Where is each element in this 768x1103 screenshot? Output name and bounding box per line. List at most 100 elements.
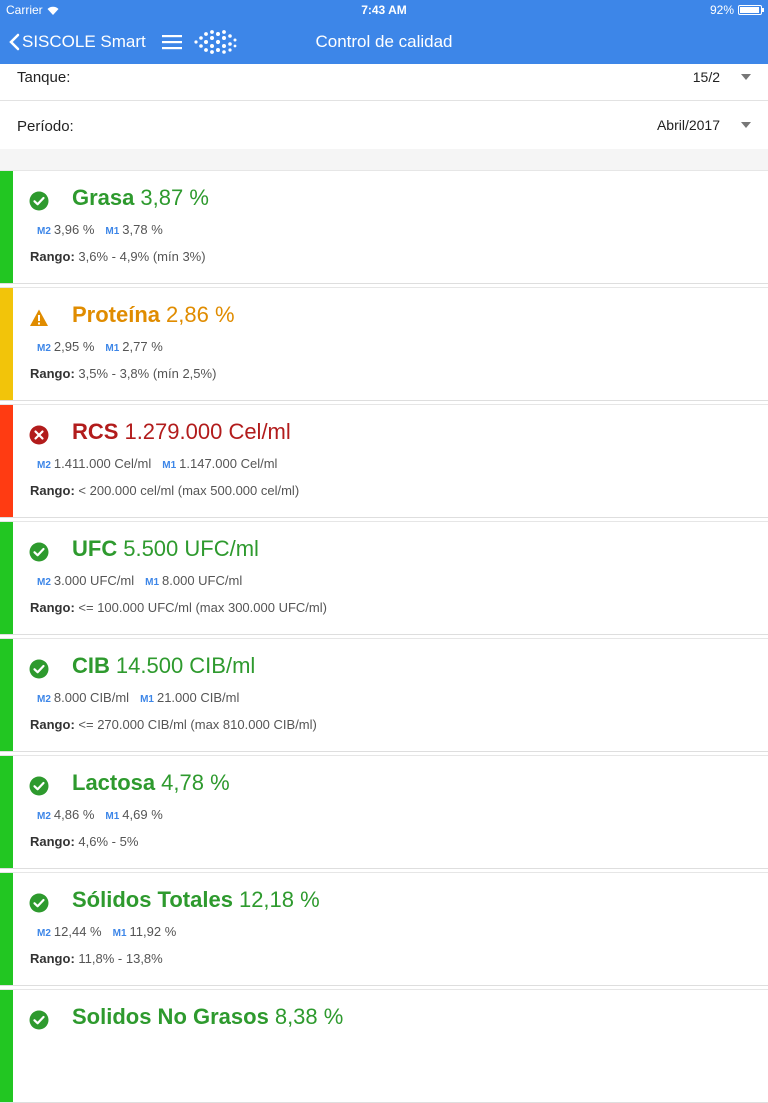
m2-tag: M2 (37, 226, 51, 237)
range-label: Rango: (30, 951, 75, 966)
m2-value: 8.000 CIB/ml (53, 690, 130, 705)
metric-card[interactable]: Sólidos Totales 12,18 % M2 12,44 % M1 11,92 %… (0, 872, 768, 986)
m1-value: 21.000 CIB/ml (156, 690, 240, 705)
monthly-values: M2 8.000 CIB/ml M1 21.000 CIB/ml (37, 690, 250, 705)
m1-tag: M1 (105, 811, 120, 822)
metric-card[interactable]: Lactosa 4,78 % M2 4,86 % M1 4,69 % Rango: 4,6%… (0, 755, 768, 869)
battery-indicator: 92% (710, 3, 764, 17)
m1-value: 3,78 % (122, 222, 163, 237)
m1-tag: M1 (105, 226, 120, 237)
range-value: <= 100.000 UFC/ml (max 300.000 UFC/ml) (78, 600, 327, 615)
m2-value: 2,95 % (53, 339, 95, 354)
metric-value: 14.500 CIB/ml (115, 653, 256, 678)
range-value: 11,8% - 13,8% (78, 951, 163, 966)
m2-tag: M2 (37, 811, 51, 822)
range-label: Rango: (30, 834, 75, 849)
m1-value: 11,92 % (129, 924, 177, 939)
metric-title: CIB 14.500 CIB/ml (72, 653, 255, 679)
range-value: 4,6% - 5% (78, 834, 139, 849)
metric-card[interactable]: UFC 5.500 UFC/ml M2 3.000 UFC/ml M1 8.000 UFC… (0, 521, 768, 635)
range-value: 3,6% - 4,9% (mín 3%) (78, 249, 206, 264)
metric-title: RCS 1.279.000 Cel/ml (72, 419, 291, 445)
clock: 7:43 AM (361, 3, 407, 17)
metric-range: Rango: <= 270.000 CIB/ml (max 810.000 CI… (30, 717, 317, 732)
m2-value: 3,96 % (53, 222, 95, 237)
status-bar-indicator (0, 990, 13, 1102)
chevron-down-icon (741, 74, 751, 80)
check-circle-icon (29, 191, 49, 211)
status-bar-indicator (0, 756, 13, 868)
metric-value: 12,18 % (238, 887, 320, 912)
range-label: Rango: (30, 366, 75, 381)
metric-title: Solidos No Grasos 8,38 % (72, 1004, 343, 1030)
m2-tag: M2 (37, 460, 51, 471)
metric-value: 5.500 UFC/ml (123, 536, 259, 561)
m2-tag: M2 (37, 694, 51, 705)
metric-range: Rango: 3,5% - 3,8% (mín 2,5%) (30, 366, 216, 381)
metric-value: 8,38 % (274, 1004, 344, 1029)
chevron-down-icon (741, 122, 751, 128)
monthly-values: M2 2,95 % M1 2,77 % (37, 339, 174, 354)
range-label: Rango: (30, 249, 75, 264)
metric-title: Proteína 2,86 % (72, 302, 235, 328)
m1-tag: M1 (112, 928, 127, 939)
monthly-values: M2 4,86 % M1 4,69 % (37, 807, 174, 822)
metric-range: Rango: 3,6% - 4,9% (mín 3%) (30, 249, 206, 264)
m2-tag: M2 (37, 343, 51, 354)
metric-value: 4,78 % (161, 770, 230, 795)
metric-name: Proteína (72, 302, 161, 327)
status-bar-indicator (0, 405, 13, 517)
monthly-values: M2 1.411.000 Cel/ml M1 1.147.000 Cel/ml (37, 456, 288, 471)
m2-tag: M2 (37, 928, 51, 939)
metric-name: Sólidos Totales (72, 887, 233, 912)
battery-icon (738, 5, 764, 15)
period-selector[interactable]: Período: Abril/2017 (0, 101, 768, 150)
monthly-values: M2 12,44 % M1 11,92 % (37, 924, 187, 939)
metric-card[interactable]: CIB 14.500 CIB/ml M2 8.000 CIB/ml M1 21.000 C… (0, 638, 768, 752)
status-bar-indicator (0, 288, 13, 400)
m1-tag: M1 (105, 343, 120, 354)
check-circle-icon (29, 893, 49, 913)
tank-selector[interactable]: Tanque: 15/2 (0, 64, 768, 101)
error-circle-icon (29, 425, 49, 445)
top-bar: Carrier 7:43 AM 92% SISCOLE Smart Contro… (0, 0, 768, 64)
metric-card[interactable]: Proteína 2,86 % M2 2,95 % M1 2,77 % Rango: 3,5… (0, 287, 768, 401)
metric-card[interactable]: Grasa 3,87 % M2 3,96 % M1 3,78 % Rango: 3,6% -… (0, 170, 768, 284)
m2-value: 3.000 UFC/ml (53, 573, 135, 588)
metric-card[interactable]: Solidos No Grasos 8,38 % (0, 989, 768, 1103)
metric-title: Lactosa 4,78 % (72, 770, 230, 796)
metric-card[interactable]: RCS 1.279.000 Cel/ml M2 1.411.000 Cel/ml M1 1… (0, 404, 768, 518)
check-circle-icon (29, 1010, 49, 1030)
metric-name: CIB (72, 653, 110, 678)
m1-value: 4,69 % (122, 807, 163, 822)
metric-range: Rango: <= 100.000 UFC/ml (max 300.000 UF… (30, 600, 327, 615)
status-bar-indicator (0, 873, 13, 985)
metric-name: Grasa (72, 185, 135, 210)
metric-name: Lactosa (72, 770, 156, 795)
metric-value: 2,86 % (166, 302, 235, 327)
metric-value: 1.279.000 Cel/ml (124, 419, 291, 444)
metric-title: Sólidos Totales 12,18 % (72, 887, 320, 913)
tank-value: 15/2 (692, 69, 720, 85)
m2-value: 1.411.000 Cel/ml (53, 456, 152, 471)
m2-value: 12,44 % (53, 924, 102, 939)
section-divider (0, 149, 768, 171)
monthly-values: M2 3.000 UFC/ml M1 8.000 UFC/ml (37, 573, 253, 588)
m1-value: 8.000 UFC/ml (162, 573, 243, 588)
check-circle-icon (29, 776, 49, 796)
status-bar-indicator (0, 522, 13, 634)
range-label: Rango: (30, 600, 75, 615)
metric-range: Rango: 11,8% - 13,8% (30, 951, 163, 966)
period-value: Abril/2017 (656, 117, 720, 133)
m1-tag: M1 (145, 577, 160, 588)
metric-name: UFC (72, 536, 118, 561)
period-label: Período: (17, 118, 74, 135)
range-value: < 200.000 cel/ml (max 500.000 cel/ml) (78, 483, 300, 498)
tank-label: Tanque: (17, 69, 71, 86)
metric-title: Grasa 3,87 % (72, 185, 209, 211)
metric-range: Rango: < 200.000 cel/ml (max 500.000 cel… (30, 483, 299, 498)
warning-triangle-icon (29, 308, 49, 328)
m2-value: 4,86 % (53, 807, 95, 822)
metric-title: UFC 5.500 UFC/ml (72, 536, 259, 562)
monthly-values: M2 3,96 % M1 3,78 % (37, 222, 174, 237)
